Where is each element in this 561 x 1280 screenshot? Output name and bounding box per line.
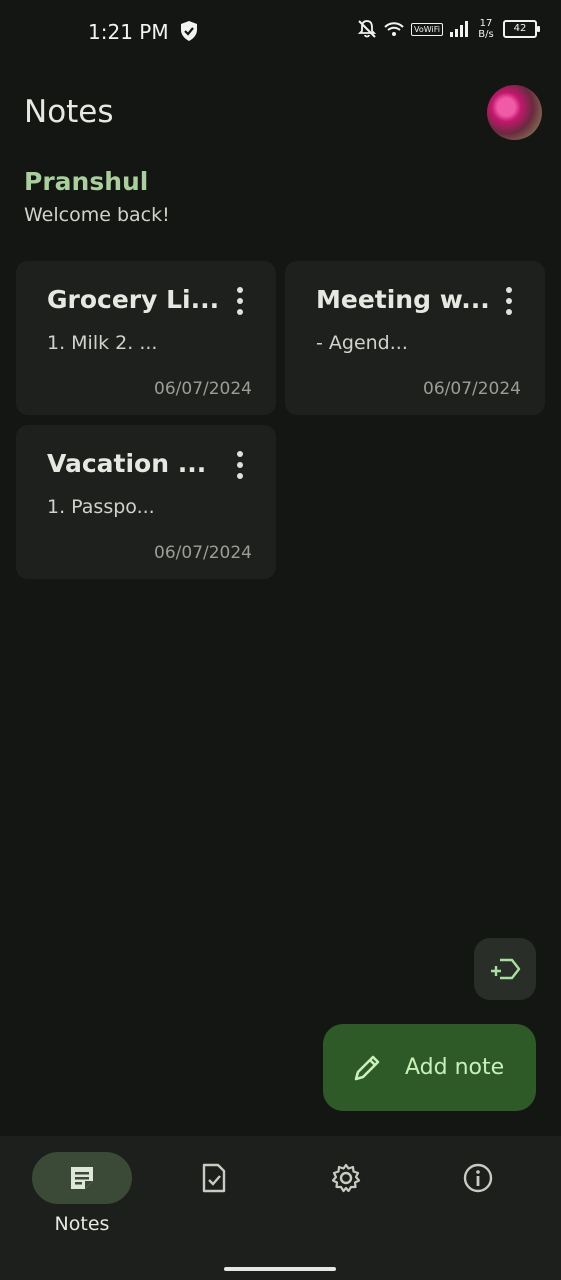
note-card[interactable]: Grocery Li... 1. Milk 2. ... 06/07/2024 — [16, 261, 276, 415]
welcome-message: Welcome back! — [24, 204, 170, 226]
more-options-icon[interactable] — [501, 287, 517, 315]
checklist-icon — [202, 1163, 226, 1193]
net-speed: 17 B/s — [475, 18, 497, 40]
note-card[interactable]: Vacation ... 1. Passpo... 06/07/2024 — [16, 425, 276, 579]
note-date: 06/07/2024 — [154, 379, 252, 399]
net-speed-unit: B/s — [478, 29, 494, 40]
nav-item-settings[interactable] — [296, 1152, 396, 1204]
note-title: Grocery Li... — [47, 285, 220, 314]
home-indicator[interactable] — [224, 1267, 336, 1271]
note-card[interactable]: Meeting w... - Agend... 06/07/2024 — [285, 261, 545, 415]
username: Pranshul — [24, 167, 149, 196]
note-preview: - Agend... — [316, 332, 408, 354]
avatar[interactable] — [487, 85, 542, 140]
bottom-navigation: Notes — [0, 1136, 561, 1280]
new-label-icon — [491, 958, 521, 980]
nav-item-notes[interactable] — [32, 1152, 132, 1204]
note-date: 06/07/2024 — [423, 379, 521, 399]
net-speed-value: 17 — [479, 18, 493, 29]
vowifi-badge: VoWiFi — [411, 22, 443, 36]
more-options-icon[interactable] — [232, 287, 248, 315]
more-options-icon[interactable] — [232, 451, 248, 479]
wifi-icon — [384, 22, 404, 36]
add-label-button[interactable] — [474, 938, 536, 1000]
page-title: Notes — [24, 94, 114, 130]
status-bar: 1:21 PM VoWiFi 17 B/s 42 — [0, 0, 561, 64]
status-icons: VoWiFi 17 B/s 42 — [357, 18, 540, 40]
notes-icon — [71, 1167, 93, 1189]
note-preview: 1. Passpo... — [47, 496, 155, 518]
bell-off-icon — [357, 20, 377, 38]
note-date: 06/07/2024 — [154, 543, 252, 563]
shield-check-icon — [181, 21, 197, 41]
battery-level: 42 — [513, 23, 527, 34]
status-time: 1:21 PM — [88, 20, 169, 44]
pencil-icon — [354, 1055, 380, 1080]
note-title: Vacation ... — [47, 449, 207, 478]
add-note-label: Add note — [405, 1055, 505, 1080]
battery-icon: 42 — [503, 20, 540, 38]
note-preview: 1. Milk 2. ... — [47, 332, 158, 354]
nav-item-checklists[interactable] — [164, 1152, 264, 1204]
nav-item-about[interactable] — [428, 1152, 528, 1204]
note-title: Meeting w... — [316, 285, 490, 314]
gear-icon — [331, 1163, 361, 1193]
nav-label-notes: Notes — [54, 1213, 110, 1235]
signal-icon — [450, 21, 468, 37]
add-note-button[interactable]: Add note — [323, 1024, 536, 1111]
info-icon — [463, 1163, 493, 1193]
